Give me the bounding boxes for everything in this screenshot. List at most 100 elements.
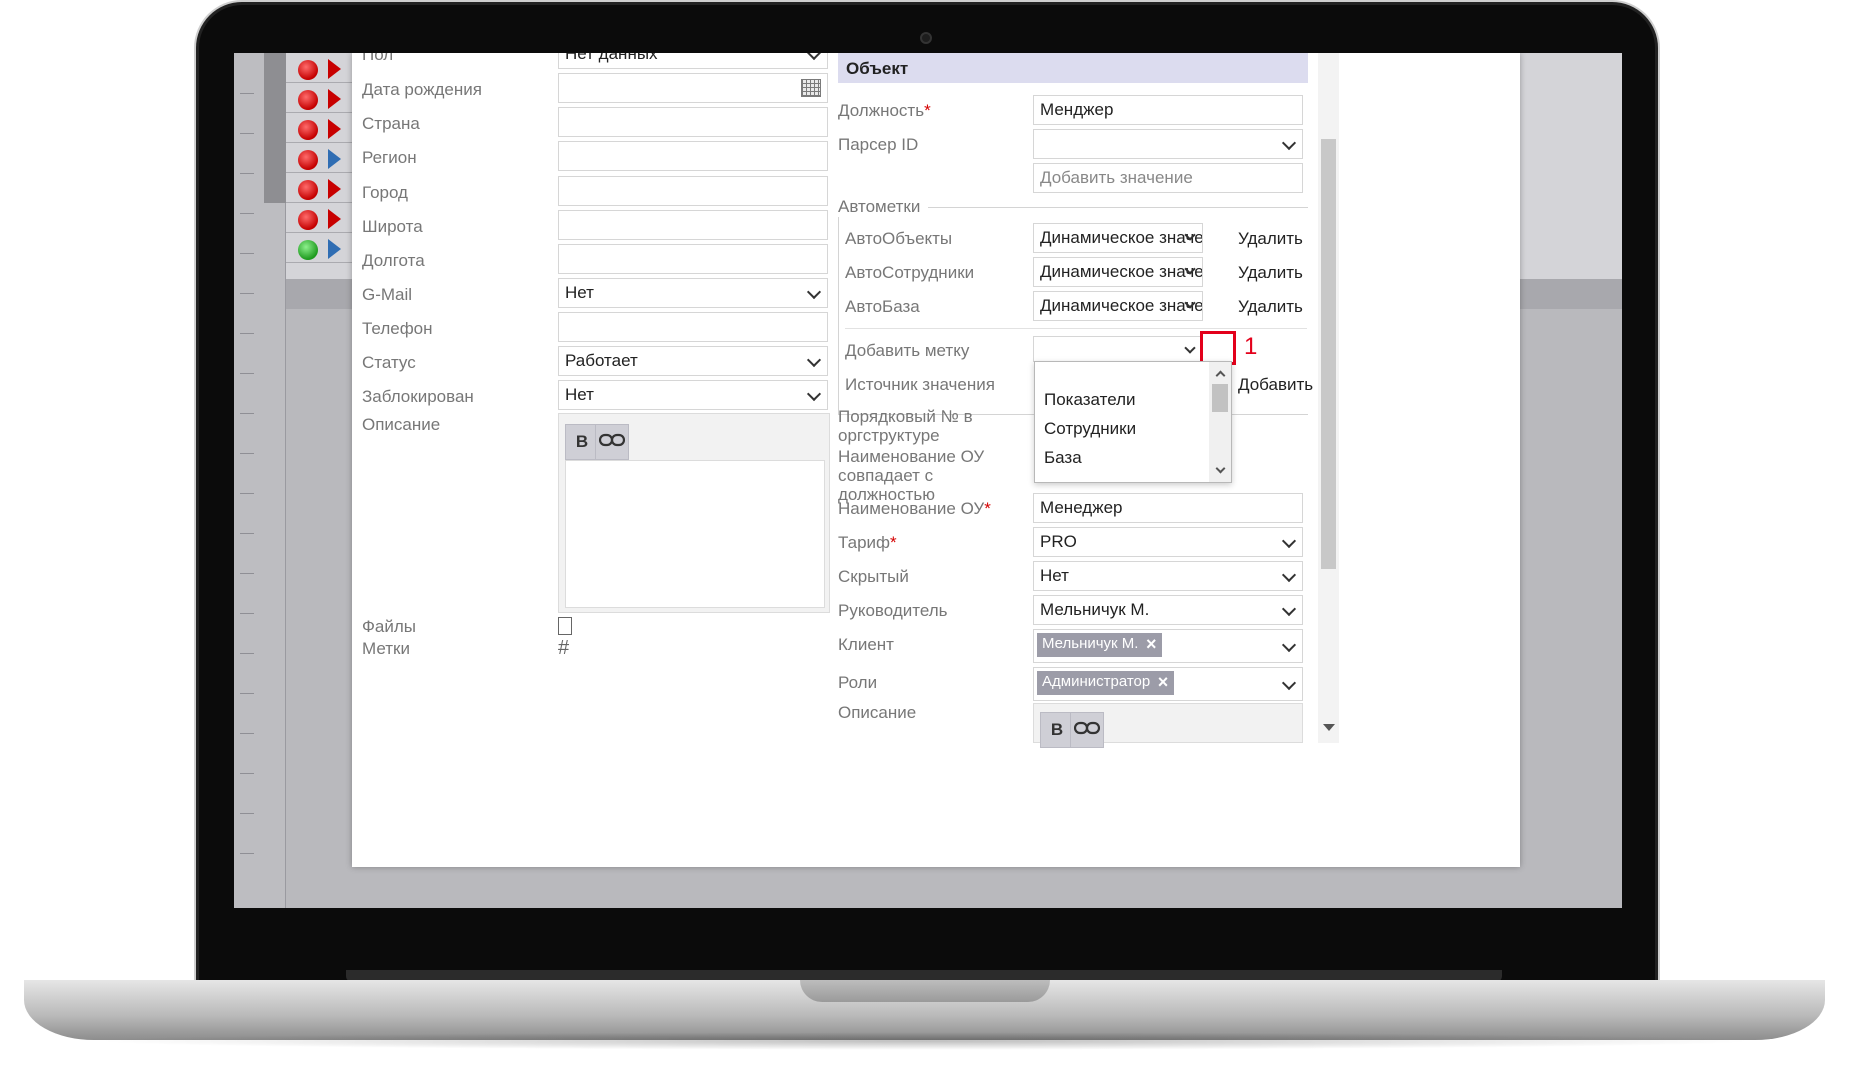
roles-label: Роли <box>838 673 878 692</box>
city-field[interactable] <box>558 176 828 206</box>
chevron-down-icon <box>1184 342 1196 354</box>
roles-select[interactable]: Администратор × <box>1033 667 1303 701</box>
delete-autotag-base-link[interactable]: Удалить <box>1238 297 1303 317</box>
highlight-number: 1 <box>1244 333 1258 360</box>
hidden-label: Скрытый <box>838 567 909 586</box>
delete-autotag-employees-link[interactable]: Удалить <box>1238 263 1303 283</box>
parser-id-select[interactable] <box>1033 129 1303 159</box>
delete-autotag-objects-link[interactable]: Удалить <box>1238 229 1303 249</box>
city-label: Город <box>362 183 408 202</box>
value-source-label: Источник значения <box>845 375 995 394</box>
blocked-select[interactable]: Нет <box>558 380 828 410</box>
region-field[interactable] <box>558 141 828 171</box>
ou-name-label: Наименование ОУ* <box>838 499 991 518</box>
add-tag-link[interactable]: Добавить <box>1238 375 1313 395</box>
client-select[interactable]: Мельничук М. × <box>1033 629 1303 663</box>
parser-id-label: Парсер ID <box>838 135 919 154</box>
dropdown-option-base[interactable]: База <box>1044 448 1082 468</box>
link-button[interactable] <box>595 424 629 460</box>
manager-select[interactable]: Мельничук М. <box>1033 595 1303 625</box>
dropdown-option-indicators[interactable]: Показатели <box>1044 390 1136 410</box>
tariff-label: Тариф* <box>838 533 897 552</box>
autotag-employees-select[interactable]: Динамическое значение <box>1033 257 1203 287</box>
bold-button[interactable]: B <box>565 424 599 460</box>
autotag-employees-label: АвтоСотрудники <box>845 263 975 282</box>
hidden-select[interactable]: Нет <box>1033 561 1303 591</box>
country-label: Страна <box>362 114 420 133</box>
add-value-field[interactable]: Добавить значение <box>1033 163 1303 193</box>
chevron-down-icon <box>1281 135 1297 151</box>
tariff-select[interactable]: PRO <box>1033 527 1303 557</box>
phone-field[interactable] <box>558 312 828 342</box>
org-number-label: Порядковый № в оргструктуре <box>838 407 973 445</box>
play-icon <box>328 239 341 259</box>
play-icon <box>328 119 341 139</box>
status-red-icon <box>298 180 318 200</box>
gmail-select[interactable]: Нет <box>558 278 828 308</box>
status-green-icon <box>298 240 318 260</box>
chevron-down-icon <box>1281 637 1297 653</box>
longitude-field[interactable] <box>558 244 828 274</box>
autotag-employees-value: Динамическое значение <box>1040 262 1203 281</box>
chevron-down-icon <box>1281 567 1297 583</box>
object-section-header: Объект <box>838 53 1308 83</box>
ou-name-field[interactable]: Менеджер <box>1033 493 1303 523</box>
autotag-objects-select[interactable]: Динамическое значение <box>1033 223 1203 253</box>
roles-tag: Администратор × <box>1037 671 1175 695</box>
phone-label: Телефон <box>362 319 433 338</box>
description-label: Описание <box>362 415 441 434</box>
autotag-objects-label: АвтоОбъекты <box>845 229 953 248</box>
object-description-label: Описание <box>838 703 917 722</box>
link-icon <box>1073 721 1101 735</box>
autotags-legend: Автометки <box>838 197 929 217</box>
dialog-scrollbar[interactable] <box>1318 53 1339 743</box>
chevron-down-icon <box>806 352 822 368</box>
dropdown-scrollbar[interactable] <box>1209 362 1231 482</box>
autotags-divider <box>845 328 1307 329</box>
dropdown-scroll-thumb[interactable] <box>1212 384 1228 412</box>
longitude-label: Долгота <box>362 251 425 270</box>
gender-label: Пол <box>362 53 394 64</box>
latitude-label: Широта <box>362 217 423 236</box>
birthdate-field[interactable] <box>558 73 828 103</box>
chevron-down-icon <box>1281 675 1297 691</box>
add-tag-select[interactable] <box>1033 336 1203 362</box>
autotag-base-label: АвтоБаза <box>845 297 920 316</box>
file-icon[interactable] <box>558 617 572 635</box>
client-label: Клиент <box>838 635 894 654</box>
remove-tag-icon[interactable]: × <box>1146 634 1157 655</box>
scroll-down-icon[interactable] <box>1215 463 1226 474</box>
chevron-down-icon <box>806 53 822 61</box>
tag-dropdown-list: Показатели Сотрудники База <box>1034 361 1232 483</box>
latitude-field[interactable] <box>558 210 828 240</box>
position-field[interactable]: Менджер <box>1033 95 1303 125</box>
dropdown-option-employees[interactable]: Сотрудники <box>1044 419 1136 439</box>
blocked-value: Нет <box>565 385 594 404</box>
country-field[interactable] <box>558 107 828 137</box>
autotag-base-select[interactable]: Динамическое значение <box>1033 291 1203 321</box>
background-scrollbar[interactable] <box>264 53 286 203</box>
gmail-label: G-Mail <box>362 285 413 304</box>
bold-button[interactable]: B <box>1040 712 1074 748</box>
position-label: Должность* <box>838 101 931 120</box>
gender-select[interactable]: Нет данных <box>558 53 828 69</box>
laptop-notch <box>800 980 1050 1002</box>
hash-icon[interactable]: # <box>558 637 569 660</box>
status-select[interactable]: Работает <box>558 346 828 376</box>
play-icon <box>328 59 341 79</box>
calendar-icon[interactable] <box>801 79 821 97</box>
ou-match-label: Наименование ОУ совпадает с должностью <box>838 447 985 504</box>
dialog-scroll-thumb[interactable] <box>1321 139 1336 569</box>
manager-value: Мельничук М. <box>1040 600 1150 619</box>
blocked-label: Заблокирован <box>362 387 474 406</box>
play-icon <box>328 149 341 169</box>
scroll-down-icon[interactable] <box>1323 724 1335 731</box>
remove-tag-icon[interactable]: × <box>1158 672 1169 693</box>
chevron-down-icon <box>1281 601 1297 617</box>
birthdate-label: Дата рождения <box>362 80 482 99</box>
description-editor-body[interactable] <box>565 460 825 608</box>
status-red-icon <box>298 120 318 140</box>
status-red-icon <box>298 90 318 110</box>
scroll-up-icon[interactable] <box>1215 370 1226 381</box>
link-button[interactable] <box>1070 712 1104 748</box>
